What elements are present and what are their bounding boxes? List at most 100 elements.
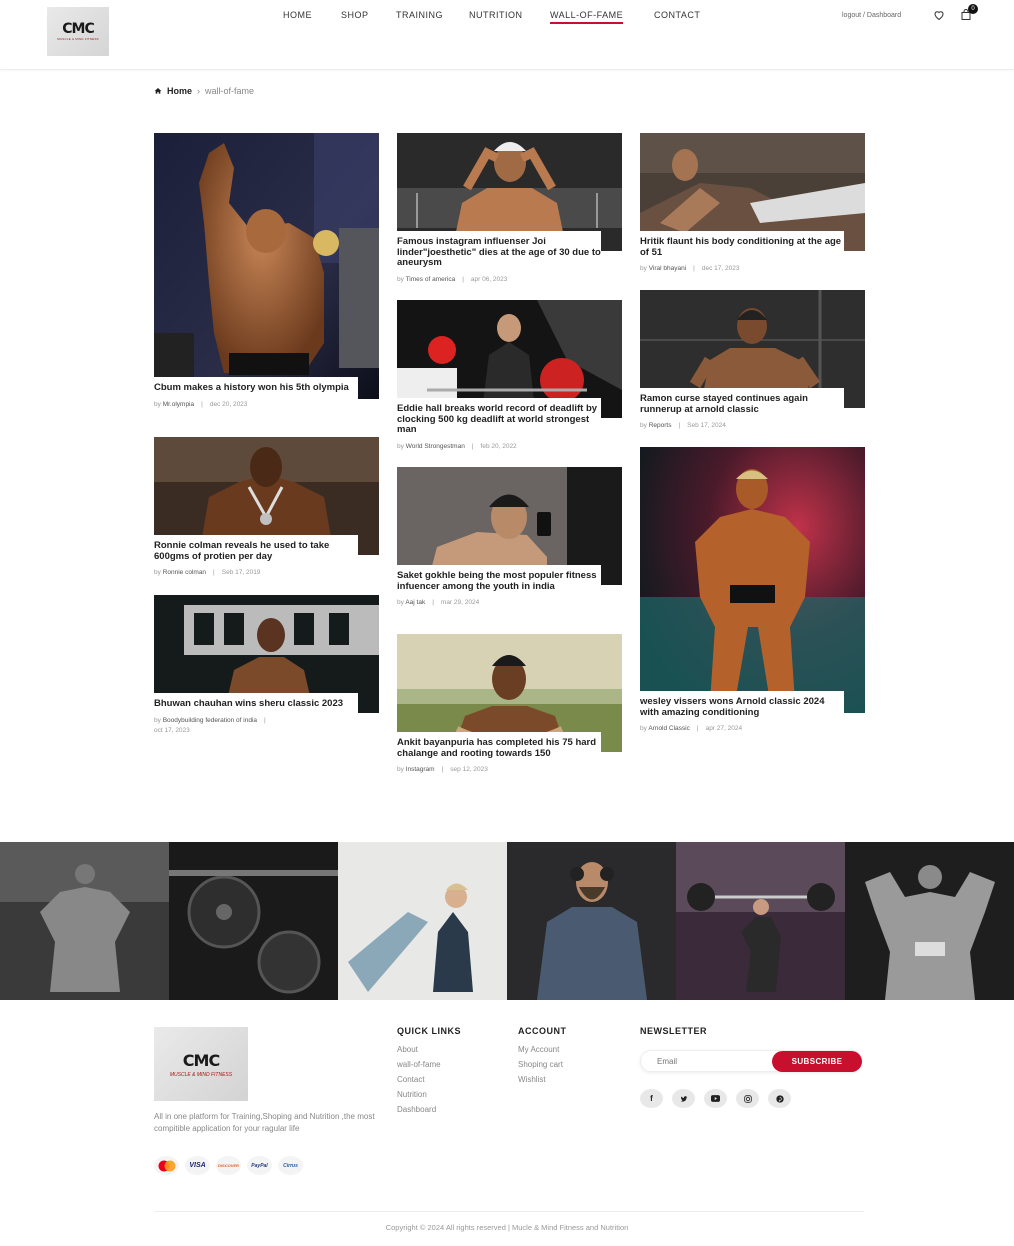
subscribe-button[interactable]: SUBSCRIBE	[772, 1051, 862, 1072]
by-label: by	[640, 265, 647, 272]
post-card[interactable]: Famous instagram influenser Joi linder"j…	[397, 133, 622, 285]
copyright-text: Copyright © 2024 All rights reserved | M…	[385, 1223, 629, 1232]
post-author[interactable]: Ronnie colman	[163, 569, 206, 576]
instagram-icon[interactable]	[736, 1089, 759, 1108]
payment-methods: VISA DISCOVER PayPal Cirrus	[154, 1156, 303, 1175]
post-title[interactable]: wesley vissers wons Arnold classic 2024 …	[640, 696, 844, 718]
post-date: oct 17, 2023	[154, 726, 190, 734]
post-card[interactable]: Ramon curse stayed continues again runne…	[640, 290, 865, 431]
post-meta: by Ronnie colman | Seb 17, 2019	[154, 569, 261, 576]
post-card[interactable]: wesley vissers wons Arnold classic 2024 …	[640, 447, 865, 737]
post-card[interactable]: Eddie hall breaks world record of deadli…	[397, 300, 622, 452]
by-label: by	[640, 725, 647, 732]
post-author[interactable]: World Strongestman	[406, 443, 465, 450]
post-card[interactable]: Saket gokhle being the most populer fitn…	[397, 467, 622, 617]
post-card[interactable]: Ronnie colman reveals he used to take 60…	[154, 437, 379, 578]
instagram-gallery	[0, 842, 1014, 1000]
post-card[interactable]: Cbum makes a history won his 5th olympia…	[154, 133, 379, 423]
footer-link-dashboard[interactable]: Dashboard	[397, 1102, 441, 1117]
breadcrumb-separator: ›	[197, 86, 201, 96]
post-date: feb 20, 2022	[480, 442, 517, 450]
twitter-icon[interactable]	[672, 1089, 695, 1108]
post-meta: by Arnold Classic | apr 27, 2024	[640, 725, 743, 732]
post-meta: by Boodybuilding federation of india | oct…	[154, 716, 266, 734]
post-title[interactable]: Ankit bayanpuria has completed his 75 ha…	[397, 737, 601, 759]
post-title[interactable]: Saket gokhle being the most populer fitn…	[397, 570, 601, 592]
post-author[interactable]: Aaj tak	[405, 599, 425, 606]
newsletter-heading: NEWSLETTER	[640, 1026, 707, 1036]
account-links-list: My Account Shoping cart Wishlist	[518, 1042, 563, 1087]
post-caption: Eddie hall breaks world record of deadli…	[397, 398, 601, 452]
quick-links-list: About wall-of-fame Contact Nutrition Das…	[397, 1042, 441, 1117]
post-date: dec 20, 2023	[209, 400, 248, 408]
post-title[interactable]: Eddie hall breaks world record of deadli…	[397, 403, 601, 436]
post-title[interactable]: Ramon curse stayed continues again runne…	[640, 393, 844, 415]
post-author[interactable]: Reports	[649, 422, 672, 429]
wishlist-heart-icon[interactable]	[933, 9, 945, 21]
footer-logo[interactable]: CMC MUSCLE & MIND FITNESS	[154, 1027, 248, 1101]
footer-link-about[interactable]: About	[397, 1042, 441, 1057]
breadcrumb: Home › wall-of-fame	[154, 86, 254, 96]
gallery-image[interactable]	[338, 842, 507, 1000]
post-caption: Ronnie colman reveals he used to take 60…	[154, 535, 358, 578]
post-caption: Bhuwan chauhan wins sheru classic 2023 b…	[154, 693, 358, 736]
by-label: by	[397, 766, 404, 773]
breadcrumb-current: wall-of-fame	[205, 86, 255, 96]
post-meta: by Viral bhayani | dec 17, 2023	[640, 265, 740, 272]
post-meta: by Reports | Seb 17, 2024	[640, 422, 726, 429]
visa-icon: VISA	[185, 1156, 210, 1175]
post-date: mar 29, 2024	[440, 599, 480, 606]
nav-shop[interactable]: SHOP	[341, 10, 369, 20]
footer-link-shopping-cart[interactable]: Shoping cart	[518, 1057, 563, 1072]
post-author[interactable]: Instagram	[406, 766, 435, 773]
post-card[interactable]: Hritik flaunt his body conditioning at t…	[640, 133, 865, 274]
footer-link-contact[interactable]: Contact	[397, 1072, 441, 1087]
post-author[interactable]: Boodybuilding federation of india	[163, 717, 257, 724]
footer-logo-tagline: MUSCLE & MIND FITNESS	[169, 1071, 233, 1078]
nav-training[interactable]: TRAINING	[396, 10, 443, 20]
gallery-image[interactable]	[0, 842, 169, 1000]
paypal-icon: PayPal	[247, 1156, 272, 1175]
post-author[interactable]: Viral bhayani	[649, 265, 686, 272]
post-author[interactable]: Mr.olympia	[163, 401, 194, 408]
gallery-image[interactable]	[507, 842, 676, 1000]
pinterest-icon[interactable]	[768, 1089, 791, 1108]
post-author[interactable]: Arnold Classic	[648, 725, 690, 732]
mastercard-icon	[154, 1156, 179, 1175]
post-image[interactable]	[154, 133, 379, 399]
post-date: Seb 17, 2019	[221, 569, 261, 576]
post-card[interactable]: Bhuwan chauhan wins sheru classic 2023 b…	[154, 595, 379, 750]
footer-divider	[154, 1211, 864, 1212]
footer-link-my-account[interactable]: My Account	[518, 1042, 563, 1057]
facebook-icon[interactable]: f	[640, 1089, 663, 1108]
gallery-image[interactable]	[676, 842, 845, 1000]
footer-link-wishlist[interactable]: Wishlist	[518, 1072, 563, 1087]
by-label: by	[397, 442, 404, 450]
by-label: by	[640, 422, 647, 429]
home-icon[interactable]	[154, 87, 162, 95]
breadcrumb-home[interactable]: Home	[167, 86, 192, 96]
newsletter-email-input[interactable]	[657, 1057, 777, 1066]
post-author[interactable]: Times of america	[406, 276, 456, 283]
post-date: apr 27, 2024	[705, 725, 743, 732]
post-card[interactable]: Ankit bayanpuria has completed his 75 ha…	[397, 634, 622, 784]
post-caption: Hritik flaunt his body conditioning at t…	[640, 231, 844, 274]
post-title[interactable]: Bhuwan chauhan wins sheru classic 2023	[154, 698, 358, 710]
nav-nutrition[interactable]: NUTRITION	[469, 10, 523, 20]
footer-link-wall-of-fame[interactable]: wall-of-fame	[397, 1057, 441, 1072]
gallery-image[interactable]	[845, 842, 1014, 1000]
footer-link-nutrition[interactable]: Nutrition	[397, 1087, 441, 1102]
post-title[interactable]: Ronnie colman reveals he used to take 60…	[154, 540, 358, 562]
nav-contact[interactable]: CONTACT	[654, 10, 700, 20]
account-links[interactable]: logout / Dashboard	[842, 12, 901, 19]
post-title[interactable]: Hritik flaunt his body conditioning at t…	[640, 236, 844, 258]
post-image[interactable]	[640, 447, 865, 713]
post-title[interactable]: Famous instagram influenser Joi linder"j…	[397, 236, 601, 269]
youtube-icon[interactable]	[704, 1089, 727, 1108]
gallery-image[interactable]	[169, 842, 338, 1000]
cirrus-icon: Cirrus	[278, 1156, 303, 1175]
post-meta: by Aaj tak | mar 29, 2024	[397, 599, 480, 606]
nav-home[interactable]: HOME	[283, 10, 312, 20]
post-title[interactable]: Cbum makes a history won his 5th olympia	[154, 382, 358, 394]
nav-wall-of-fame[interactable]: WALL-OF-FAME	[550, 10, 624, 24]
